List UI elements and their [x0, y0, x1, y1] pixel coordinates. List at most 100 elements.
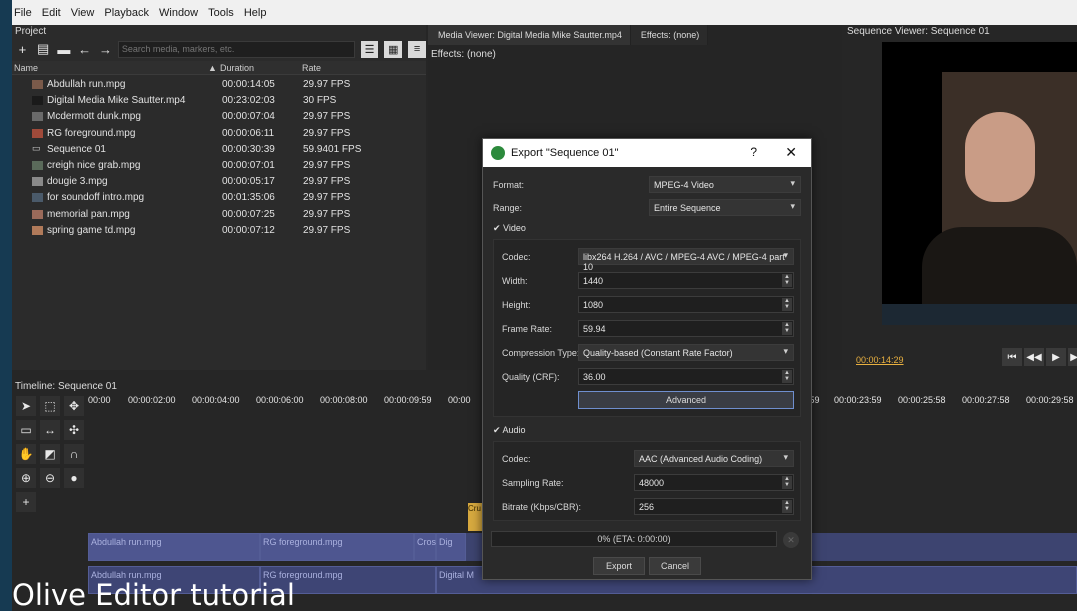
ruler-tick: 00:00:29:58: [1026, 395, 1074, 405]
file-row[interactable]: Abdullah run.mpg 00:00:14:05 29.97 FPS: [12, 77, 426, 93]
file-row[interactable]: dougie 3.mpg 00:00:05:17 29.97 FPS: [12, 174, 426, 190]
file-row[interactable]: RG foreground.mpg 00:00:06:11 29.97 FPS: [12, 126, 426, 142]
bitrate-field[interactable]: 256 ▲ ▼: [634, 498, 794, 515]
framerate-label: Frame Rate:: [502, 324, 553, 334]
spinner-icon[interactable]: ▲ ▼: [782, 298, 792, 311]
fast-forward-icon[interactable]: ▶▶: [1068, 348, 1077, 366]
grid-view-icon[interactable]: ▦: [384, 40, 403, 58]
sampling-field[interactable]: 48000 ▲ ▼: [634, 474, 794, 491]
range-label: Range:: [493, 203, 523, 213]
app-window: File Edit View Playback Window Tools Hel…: [12, 0, 1077, 611]
quality-field[interactable]: 36.00 ▲ ▼: [578, 368, 794, 385]
rewind-icon[interactable]: ◀◀: [1024, 348, 1044, 366]
spinner-icon[interactable]: ▲ ▼: [782, 370, 792, 383]
timeline-clip[interactable]: Dig: [436, 533, 466, 561]
slip-tool-icon[interactable]: ↔: [40, 420, 60, 440]
video-icon: [32, 177, 43, 187]
spinner-icon[interactable]: ▲ ▼: [782, 476, 792, 489]
add-track-icon[interactable]: +: [16, 492, 36, 512]
record-icon[interactable]: ●: [64, 468, 84, 488]
back-arrow-icon[interactable]: ←: [76, 41, 93, 58]
file-row[interactable]: Mcdermott dunk.mpg 00:00:07:04 29.97 FPS: [12, 109, 426, 125]
spinner-icon[interactable]: ▲ ▼: [782, 274, 792, 287]
audio-checkbox[interactable]: ✔ Audio: [493, 425, 526, 436]
hand-tool-icon[interactable]: ✋: [16, 444, 36, 464]
menu-playback[interactable]: Playback: [104, 7, 149, 19]
range-select[interactable]: Entire Sequence: [649, 199, 801, 216]
cancel-button[interactable]: Cancel: [649, 557, 701, 575]
transport-controls: ⏮ ◀◀ ▶ ▶▶: [1002, 348, 1077, 366]
ruler-tick: 00:00:25:58: [898, 395, 946, 405]
file-row[interactable]: for soundoff intro.mpg 00:01:35:06 29.97 F…: [12, 190, 426, 206]
file-row[interactable]: memorial pan.mpg 00:00:07:25 29.97 FPS: [12, 207, 426, 223]
ruler-tick: 00:00: [448, 395, 471, 405]
list-view-icon[interactable]: ☰: [360, 40, 379, 58]
compression-select[interactable]: Quality-based (Constant Rate Factor): [578, 344, 794, 361]
search-input[interactable]: [117, 40, 355, 58]
column-duration[interactable]: Duration: [220, 63, 254, 73]
timeline-clip[interactable]: RG foreground.mpg: [260, 533, 414, 561]
video-checkbox[interactable]: ✔ Video: [493, 223, 526, 234]
move-tool-icon[interactable]: ✥: [64, 396, 84, 416]
timeline-title: Timeline: Sequence 01: [15, 381, 117, 392]
audio-codec-select[interactable]: AAC (Advanced Audio Coding): [634, 450, 794, 467]
advanced-button[interactable]: Advanced: [578, 391, 794, 409]
menu-edit[interactable]: Edit: [42, 7, 61, 19]
column-rate[interactable]: Rate: [302, 63, 321, 73]
spinner-icon[interactable]: ▲ ▼: [782, 500, 792, 513]
ripple-tool-icon[interactable]: ▭: [16, 420, 36, 440]
snap-magnet-icon[interactable]: ∩: [64, 444, 84, 464]
column-name[interactable]: Name: [14, 63, 38, 73]
help-button[interactable]: ?: [750, 145, 757, 159]
menu-view[interactable]: View: [71, 7, 95, 19]
select-tool-icon[interactable]: ⬚: [40, 396, 60, 416]
ruler-tick: 00:00:27:58: [962, 395, 1010, 405]
new-item-icon[interactable]: +: [14, 41, 31, 58]
format-label: Format:: [493, 180, 525, 190]
tree-view-icon[interactable]: ≡: [408, 40, 426, 58]
pointer-tool-icon[interactable]: ➤: [16, 396, 36, 416]
menu-file[interactable]: File: [14, 7, 32, 19]
file-row[interactable]: Digital Media Mike Sautter.mp4 00:23:02:0…: [12, 93, 426, 109]
menu-tools[interactable]: Tools: [208, 7, 234, 19]
compression-label: Compression Type:: [502, 348, 580, 358]
play-icon[interactable]: ▶: [1046, 348, 1066, 366]
menu-window[interactable]: Window: [159, 7, 198, 19]
zoom-out-icon[interactable]: ⊖: [40, 468, 60, 488]
width-field[interactable]: 1440 ▲ ▼: [578, 272, 794, 289]
audio-group: Codec: AAC (Advanced Audio Coding) Sampl…: [493, 441, 801, 521]
video-icon: [32, 96, 43, 106]
tab-effects[interactable]: Effects: (none): [630, 25, 709, 45]
format-select[interactable]: MPEG-4 Video: [649, 176, 801, 193]
file-row[interactable]: creigh nice grab.mpg 00:00:07:01 29.97 FPS: [12, 158, 426, 174]
export-button[interactable]: Export: [593, 557, 645, 575]
playhead-timecode[interactable]: 00:00:14:29: [856, 355, 904, 365]
ruler-tick: 00:00: [88, 395, 111, 405]
framerate-field[interactable]: 59.94 ▲ ▼: [578, 320, 794, 337]
timeline-clip[interactable]: Abdullah run.mpg: [88, 533, 260, 561]
video-person-head: [965, 112, 1035, 202]
menu-help[interactable]: Help: [244, 7, 267, 19]
stop-icon[interactable]: ✕: [783, 532, 799, 548]
file-row[interactable]: ▭ Sequence 01 00:00:30:39 59.9401 FPS: [12, 142, 426, 158]
width-label: Width:: [502, 276, 528, 286]
audio-codec-label: Codec:: [502, 454, 531, 464]
slide-tool-icon[interactable]: ✣: [64, 420, 84, 440]
tab-media-viewer[interactable]: Media Viewer: Digital Media Mike Sautter…: [428, 25, 631, 45]
viewer-tabs: Media Viewer: Digital Media Mike Sautter…: [428, 25, 709, 45]
close-button[interactable]: ✕: [785, 144, 797, 161]
height-label: Height:: [502, 300, 531, 310]
transition-tool-icon[interactable]: ◩: [40, 444, 60, 464]
height-field[interactable]: 1080 ▲ ▼: [578, 296, 794, 313]
spinner-icon[interactable]: ▲ ▼: [782, 322, 792, 335]
forward-arrow-icon[interactable]: →: [97, 41, 114, 58]
folder-icon[interactable]: ▬: [56, 41, 73, 58]
open-file-icon[interactable]: ▤: [35, 41, 52, 58]
go-to-start-icon[interactable]: ⏮: [1002, 348, 1022, 366]
timeline-clip[interactable]: Cross: [414, 533, 441, 561]
file-row[interactable]: spring game td.mpg 00:00:07:12 29.97 FPS: [12, 223, 426, 239]
timeline-marker[interactable]: Cru: [468, 503, 482, 531]
zoom-in-icon[interactable]: ⊕: [16, 468, 36, 488]
export-progress-bar: 0% (ETA: 0:00:00): [491, 531, 777, 547]
video-codec-select[interactable]: libx264 H.264 / AVC / MPEG-4 AVC / MPEG-…: [578, 248, 794, 272]
